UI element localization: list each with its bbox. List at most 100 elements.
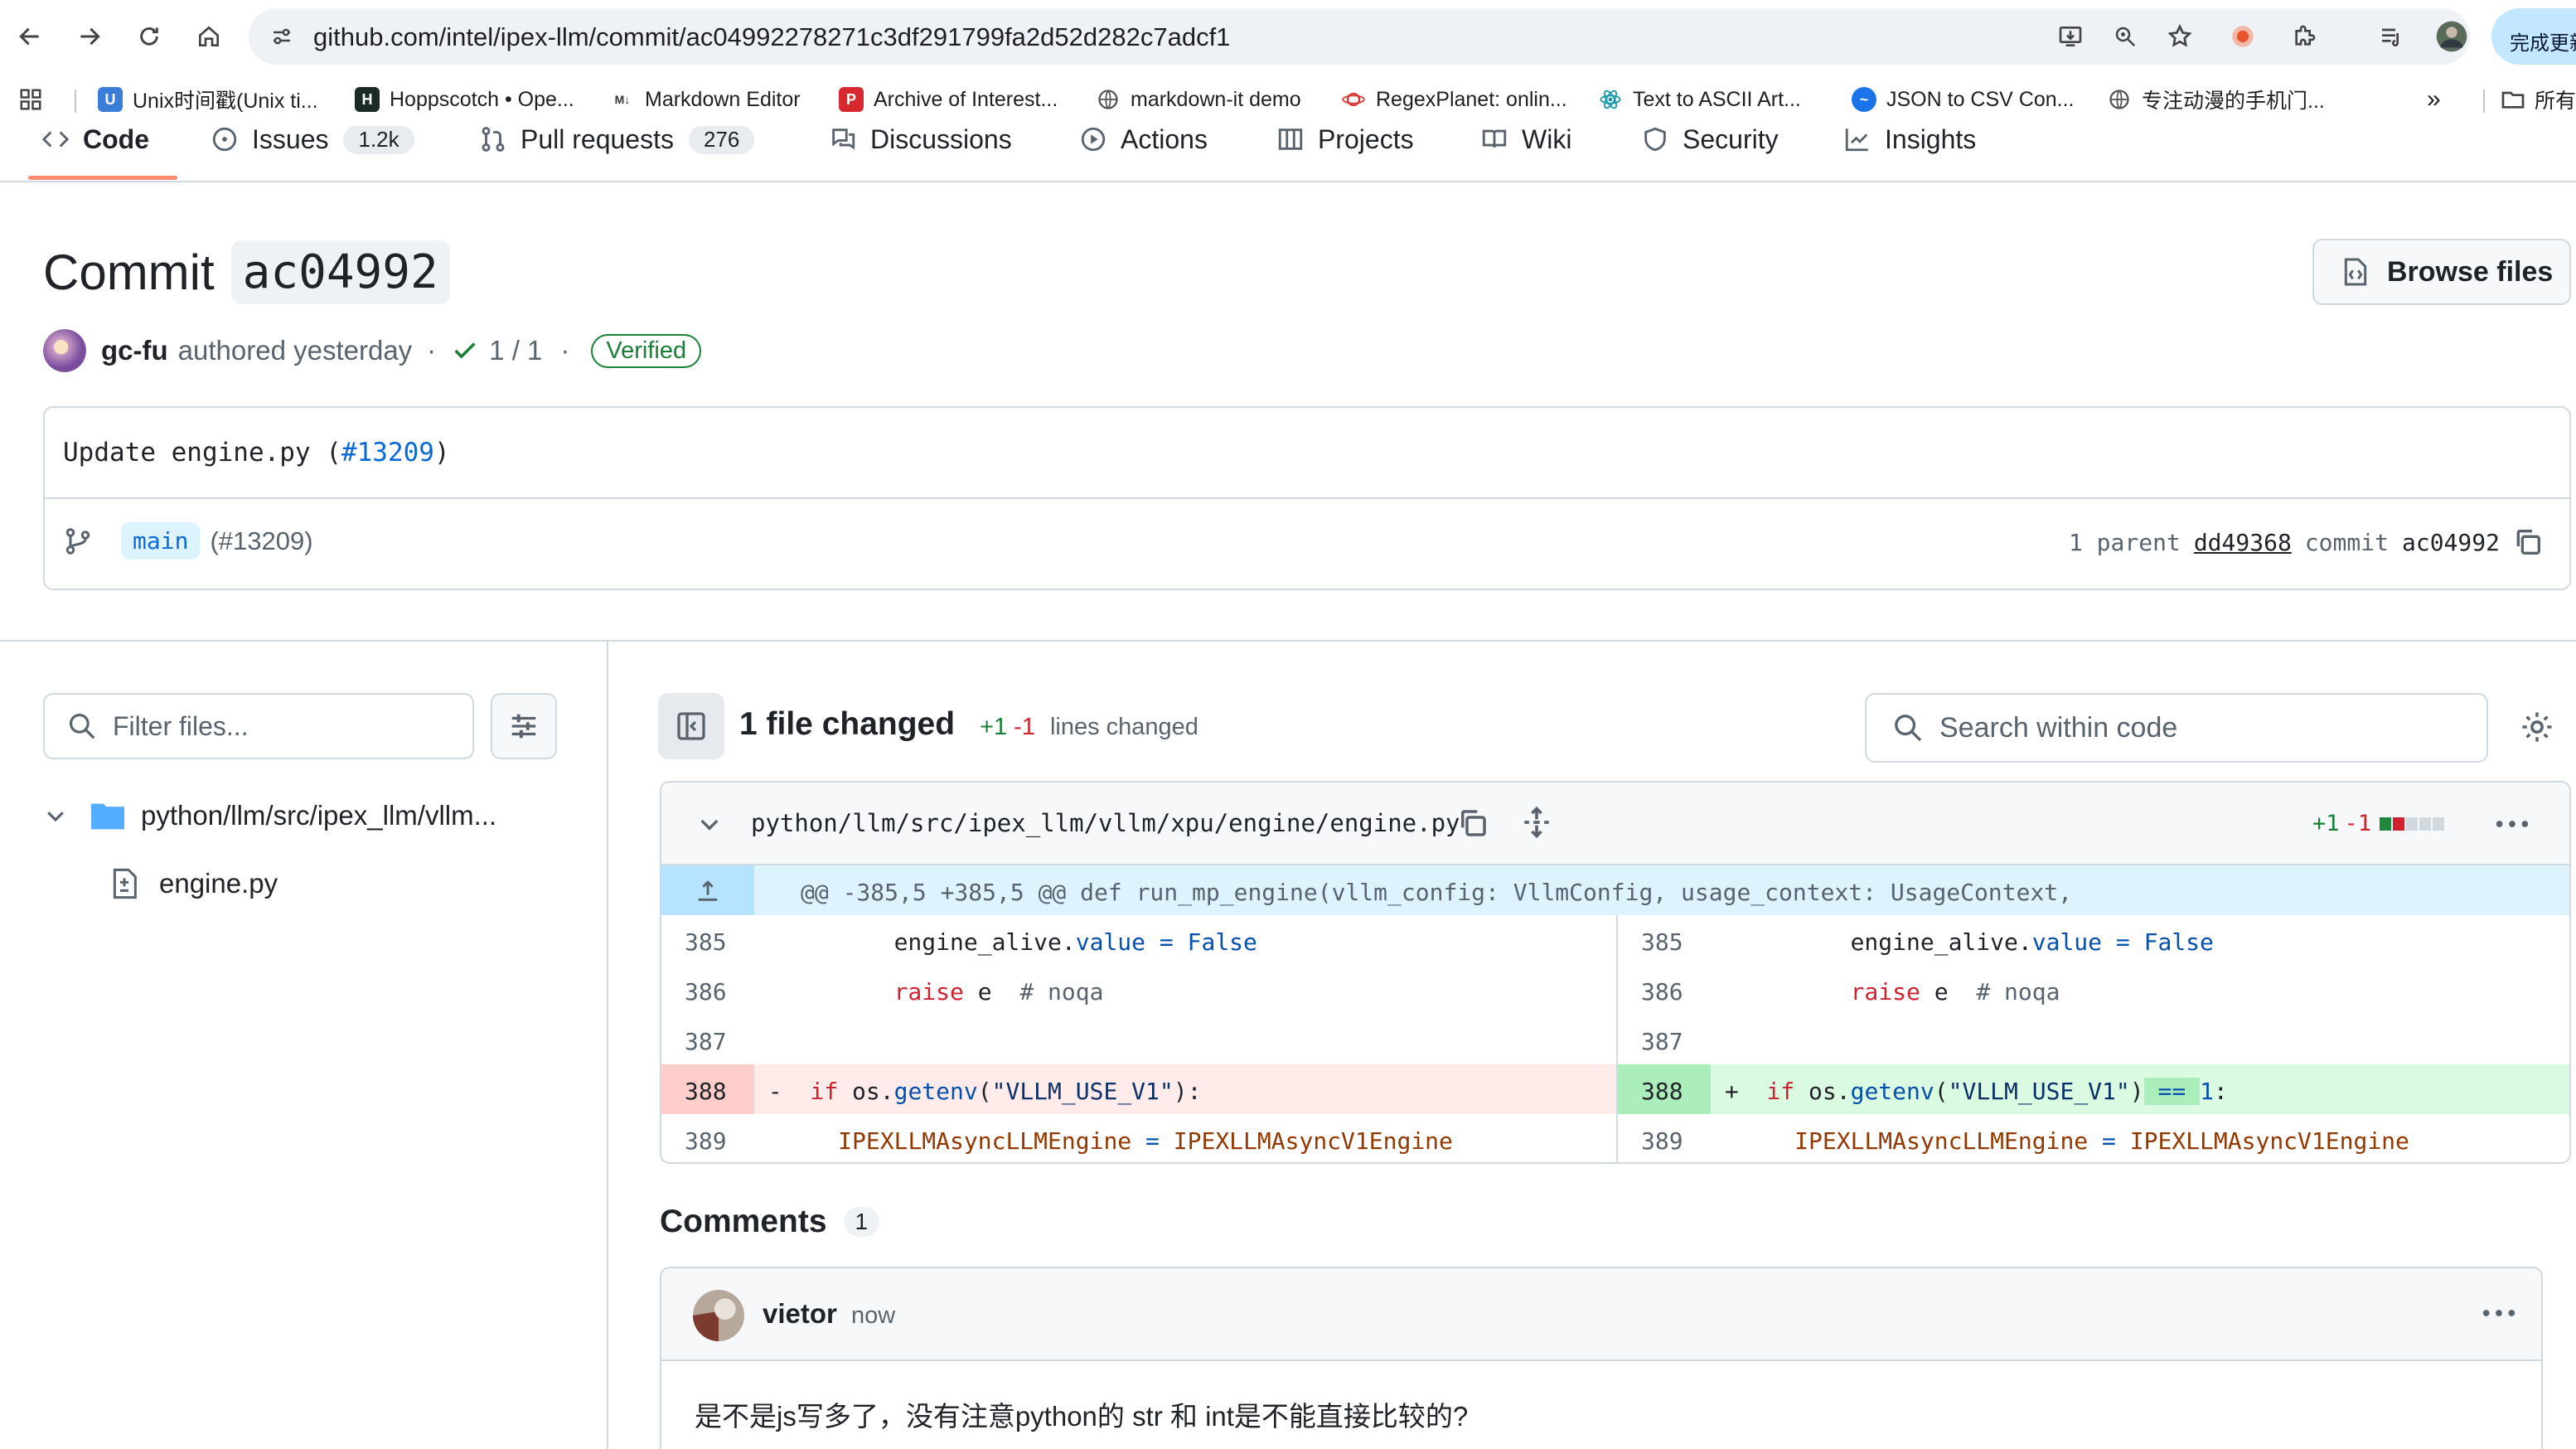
tab-security[interactable]: Security — [1641, 126, 1779, 164]
comment-time[interactable]: now — [851, 1302, 895, 1329]
search-icon — [69, 713, 95, 739]
tab-label: Insights — [1885, 126, 1977, 154]
diff-settings-button[interactable] — [2516, 706, 2558, 748]
forward-button[interactable] — [70, 17, 109, 56]
expand-all-button[interactable] — [1518, 804, 1555, 841]
bookmark-label: Hoppscotch • Ope... — [390, 87, 574, 111]
tree-file-row[interactable]: engine.py — [108, 859, 278, 909]
diff-right-added: 388 + if os.getenv("VLLM_USE_V1") == 1: — [1616, 1064, 2569, 1114]
diff-left: 389 IPEXLLMAsyncLLMEngine = IPEXLLMAsync… — [661, 1114, 1616, 1162]
code-line-deleted: - if os.getenv("VLLM_USE_V1"): — [754, 1078, 1202, 1105]
chevron-down-icon — [700, 819, 719, 831]
tab-label: Pull requests — [521, 126, 674, 154]
line-number[interactable]: 385 — [1618, 915, 1711, 965]
tab-projects[interactable]: Projects — [1276, 126, 1414, 164]
comment-menu-button[interactable] — [2480, 1296, 2518, 1330]
bookmark-json-csv[interactable]: ~ JSON to CSV Con... — [1852, 83, 2074, 116]
install-app-icon[interactable] — [2054, 20, 2087, 53]
bookmark-markdown-it[interactable]: markdown-it demo — [1096, 83, 1301, 116]
bookmark-anime[interactable]: 专注动漫的手机门... — [2107, 83, 2325, 116]
parent-sha-link[interactable]: dd49368 — [2194, 529, 2292, 556]
toggle-file-tree-button[interactable] — [658, 693, 724, 759]
check-icon — [454, 342, 476, 359]
bookmark-unix-timestamp[interactable]: U Unix时间戳(Unix ti... — [98, 83, 318, 116]
search-placeholder: Search within code — [1939, 711, 2178, 744]
bookmark-star-icon[interactable] — [2163, 20, 2196, 53]
tab-actions[interactable]: Actions — [1079, 126, 1208, 164]
deletions-count: -1 — [1014, 714, 1035, 740]
line-number[interactable]: 387 — [1618, 1015, 1711, 1064]
comment-author[interactable]: vietor — [763, 1298, 837, 1329]
tab-label: Security — [1683, 126, 1779, 154]
author-name[interactable]: gc-fu — [101, 335, 168, 366]
line-number[interactable]: 385 — [661, 915, 754, 965]
diff-file-path[interactable]: python/llm/src/ipex_llm/vllm/xpu/engine/… — [751, 809, 1460, 837]
bookmark-label: Text to ASCII Art... — [1633, 87, 1801, 111]
branch-pr[interactable]: (#13209) — [210, 526, 312, 556]
update-chrome-button[interactable]: 完成更新 — [2491, 8, 2576, 65]
pr-link[interactable]: #13209 — [341, 438, 434, 468]
tab-issues[interactable]: Issues 1.2k — [211, 126, 414, 164]
diffstat-bars — [2380, 817, 2445, 831]
checks-count[interactable]: 1 / 1 — [489, 335, 542, 366]
expand-up-button[interactable] — [661, 865, 754, 915]
sliders-icon — [511, 714, 536, 739]
apps-grid-icon[interactable] — [18, 83, 43, 116]
tab-pull-requests[interactable]: Pull requests 276 — [479, 126, 755, 164]
line-number[interactable]: 386 — [1618, 965, 1711, 1015]
tab-code[interactable]: Code — [41, 126, 149, 164]
bookmark-hoppscotch[interactable]: H Hoppscotch • Ope... — [355, 83, 574, 116]
diff-row: 385 engine_alive.value = False 385 engin… — [661, 915, 2569, 965]
address-bar[interactable]: github.com/intel/ipex-llm/commit/ac04992… — [249, 8, 2470, 65]
bookmark-markdown-editor[interactable]: M↓ Markdown Editor — [610, 83, 801, 116]
line-number[interactable]: 388 — [661, 1064, 754, 1114]
zoom-icon[interactable] — [2109, 20, 2142, 53]
extensions-puzzle-icon[interactable] — [2284, 17, 2324, 56]
site-info-icon[interactable] — [265, 20, 298, 53]
bookmark-ascii-art[interactable]: Text to ASCII Art... — [1598, 83, 1801, 116]
diff-left: 386 raise e # noqa — [661, 965, 1616, 1015]
branch-pill[interactable]: main — [121, 522, 201, 560]
line-number[interactable]: 389 — [1618, 1114, 1711, 1162]
comment-meta: vietor now — [763, 1298, 895, 1330]
git-branch-icon — [65, 527, 90, 555]
all-bookmarks[interactable]: 所有 — [2500, 83, 2576, 116]
line-number[interactable]: 387 — [661, 1015, 754, 1064]
bookmarks-overflow-button[interactable]: » — [2427, 83, 2441, 116]
bookmark-regexplanet[interactable]: RegexPlanet: onlin... — [1341, 83, 1567, 116]
filter-options-button[interactable] — [491, 693, 557, 759]
url-text[interactable]: github.com/intel/ipex-llm/commit/ac04992… — [313, 22, 1230, 52]
profile-avatar[interactable] — [2432, 17, 2472, 56]
repo-nav: Code Issues 1.2k Pull requests 276 Discu… — [0, 126, 2576, 182]
bookmark-archive[interactable]: P Archive of Interest... — [839, 83, 1058, 116]
collapse-file-button[interactable] — [696, 811, 723, 837]
avatar[interactable] — [693, 1290, 744, 1341]
line-number[interactable]: 389 — [661, 1114, 754, 1162]
tab-discussions[interactable]: Discussions — [829, 126, 1012, 164]
browse-files-button[interactable]: Browse files — [2312, 239, 2571, 305]
search-within-code-input[interactable]: Search within code — [1865, 693, 2488, 763]
tab-label: Discussions — [870, 126, 1012, 154]
tab-wiki[interactable]: Wiki — [1480, 126, 1571, 164]
discussion-icon — [832, 128, 855, 150]
copy-icon[interactable] — [2511, 526, 2545, 559]
reload-button[interactable] — [129, 17, 169, 56]
home-button[interactable] — [189, 17, 229, 56]
commit-sha-title: ac04992 — [230, 240, 450, 304]
tree-folder-row[interactable]: python/llm/src/ipex_llm/vllm... — [43, 791, 496, 841]
verified-badge[interactable]: Verified — [591, 333, 702, 368]
media-queue-icon[interactable] — [2372, 17, 2412, 56]
line-number[interactable]: 388 — [1618, 1064, 1711, 1114]
copy-path-button[interactable] — [1455, 806, 1490, 841]
tab-insights[interactable]: Insights — [1843, 126, 1976, 164]
back-button[interactable] — [10, 17, 50, 56]
comments-count: 1 — [843, 1207, 880, 1237]
avatar[interactable] — [43, 329, 86, 372]
file-menu-button[interactable] — [2493, 807, 2531, 841]
filter-files-input[interactable]: Filter files... — [43, 693, 474, 759]
comment: vietor now 是不是js写多了，没有注意python的 str 和 in… — [660, 1267, 2543, 1449]
line-number[interactable]: 386 — [661, 965, 754, 1015]
sidebar-divider — [607, 642, 608, 1449]
extension-record-icon[interactable] — [2223, 17, 2263, 56]
globe-icon — [1096, 87, 1121, 112]
